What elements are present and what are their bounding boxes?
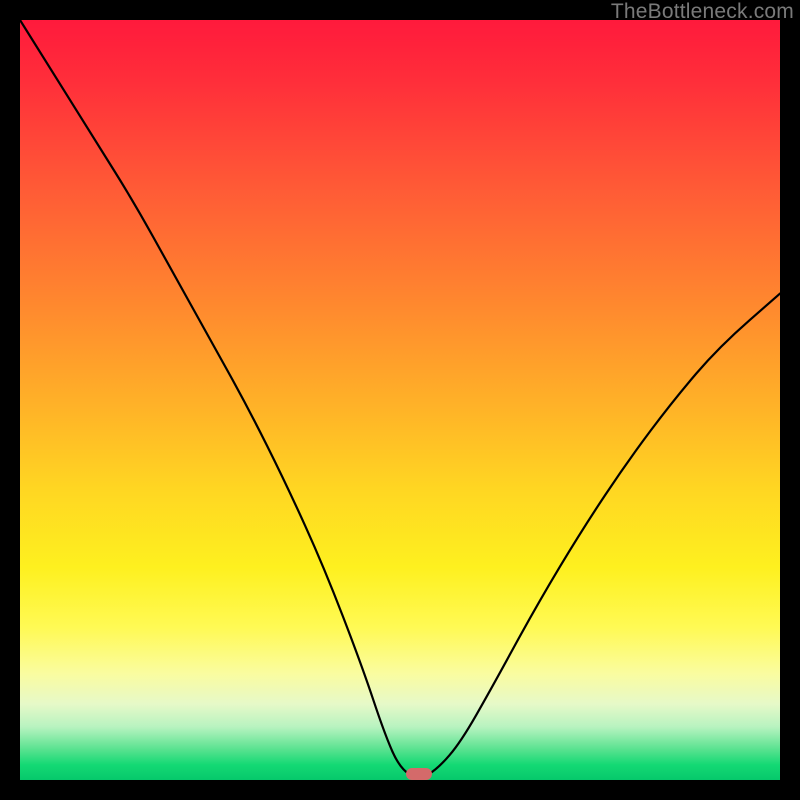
- outer-frame: TheBottleneck.com: [0, 0, 800, 800]
- watermark-text: TheBottleneck.com: [611, 0, 794, 24]
- curve-path: [20, 20, 780, 777]
- optimal-marker: [406, 768, 432, 780]
- bottleneck-curve: [20, 20, 780, 780]
